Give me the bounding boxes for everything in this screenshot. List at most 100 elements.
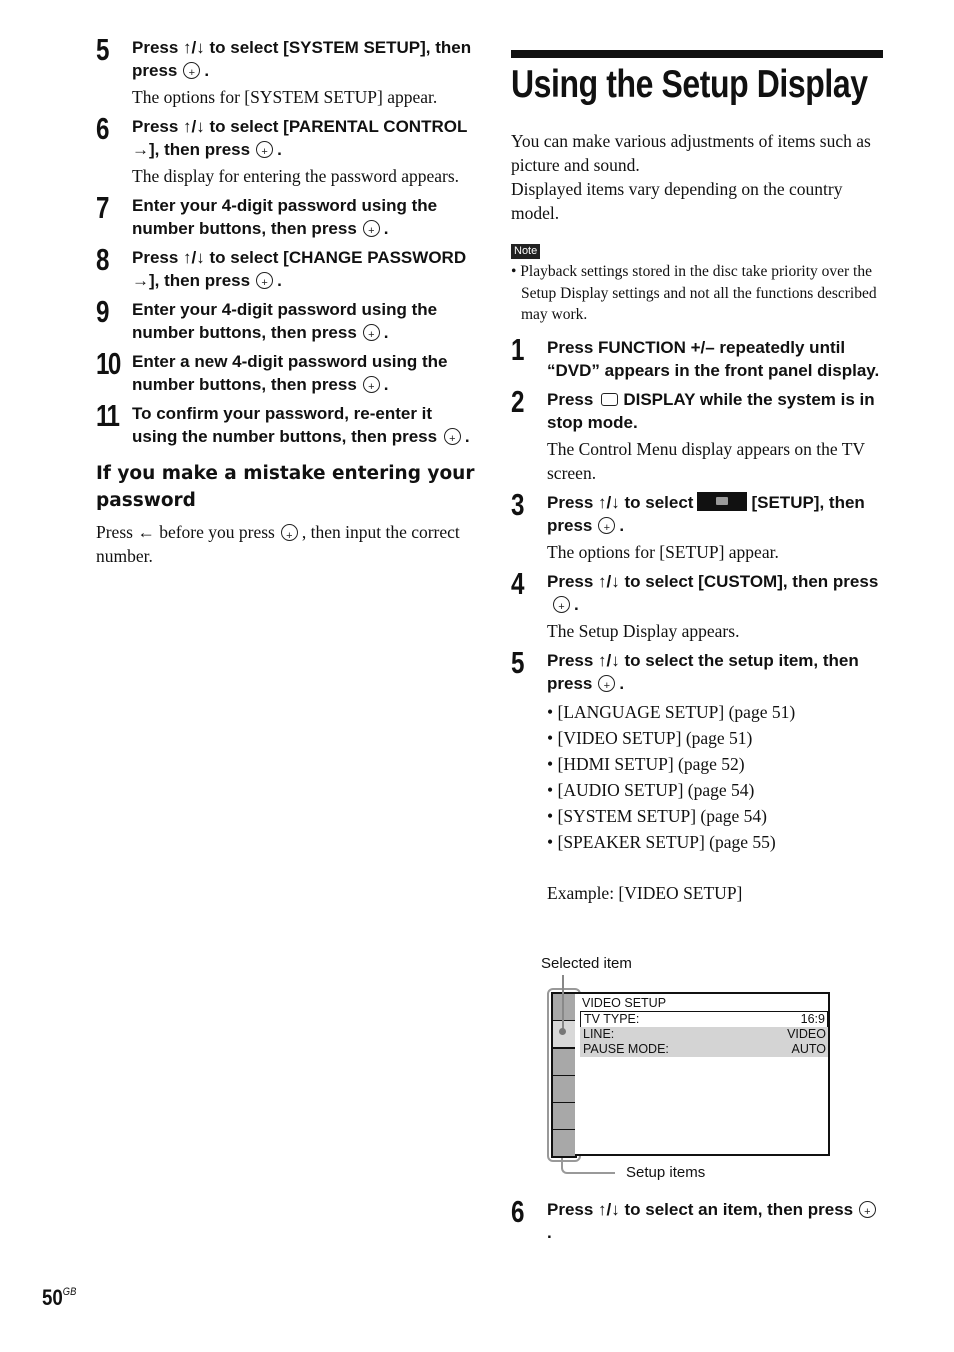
step-result: The options for [SYSTEM SETUP] appear. bbox=[132, 87, 438, 107]
setup-display-diagram: Selected item VIDEO SETUP TV TYPE: 16:9 L… bbox=[541, 955, 841, 1185]
setup-item-cell bbox=[553, 994, 575, 1021]
screen-title: VIDEO SETUP bbox=[579, 996, 828, 1011]
enter-button-icon bbox=[598, 516, 616, 540]
step-instruction: Press FUNCTION +/– repeatedly until “DVD… bbox=[547, 337, 880, 380]
intro-paragraph-2: Displayed items vary depending on the co… bbox=[511, 179, 843, 223]
step-number: 2 bbox=[511, 383, 524, 419]
step-instruction: Enter a new 4-digit password using the n… bbox=[132, 352, 448, 394]
right-column: Using the Setup Display You can make var… bbox=[511, 50, 883, 911]
step-instruction: Press ↑/↓ to select [CUSTOM], then press bbox=[547, 571, 879, 591]
list-item: • [LANGUAGE SETUP] (page 51) bbox=[547, 701, 796, 722]
display-button-icon bbox=[601, 392, 619, 406]
setup-item-cell bbox=[553, 1049, 575, 1076]
list-item: • [SYSTEM SETUP] (page 54) bbox=[547, 805, 767, 826]
step-5-setup-item: 5 Press ↑/↓ to select the setup item, th… bbox=[511, 645, 883, 905]
mistake-heading: If you make a mistake entering your pass… bbox=[96, 463, 475, 511]
step-10-new-password: 10 Enter a new 4-digit password using th… bbox=[96, 346, 476, 399]
row-value: 16:9 bbox=[800, 1012, 825, 1026]
row-label: LINE: bbox=[583, 1027, 615, 1041]
enter-button-icon bbox=[183, 62, 201, 85]
step-11-confirm-password: 11 To confirm your password, re-enter it… bbox=[96, 398, 476, 451]
list-item: • [SPEAKER SETUP] (page 55) bbox=[547, 831, 776, 852]
enter-button-icon bbox=[256, 141, 274, 164]
setup-items-label: Setup items bbox=[626, 1164, 706, 1181]
step-result: The options for [SETUP] appear. bbox=[547, 541, 779, 562]
example-caption: Example: [VIDEO SETUP] bbox=[547, 882, 743, 903]
step-number: 7 bbox=[96, 190, 109, 225]
setup-items-sidebar bbox=[551, 992, 577, 1158]
step-number: 4 bbox=[511, 565, 524, 601]
callout-line bbox=[562, 975, 564, 1031]
left-column: 5 Press ↑/↓ to select [SYSTEM SETUP], th… bbox=[96, 32, 476, 568]
enter-button-icon bbox=[598, 674, 616, 698]
enter-button-icon bbox=[280, 524, 298, 548]
step-instruction: To confirm your password, re-enter it us… bbox=[132, 404, 438, 446]
enter-button-icon bbox=[256, 272, 274, 295]
step-instruction: Enter your 4-digit password using the nu… bbox=[132, 196, 438, 238]
setup-item-cell bbox=[553, 1076, 575, 1103]
step-number: 6 bbox=[511, 1194, 524, 1229]
enter-button-icon bbox=[553, 595, 570, 619]
step-4-custom: 4 Press ↑/↓ to select [CUSTOM], then pre… bbox=[511, 566, 883, 643]
list-item: • [VIDEO SETUP] (page 51) bbox=[547, 727, 753, 748]
enter-button-icon bbox=[362, 220, 380, 243]
step-7-enter-password: 7 Enter your 4-digit password using the … bbox=[96, 190, 476, 243]
step-6-select-item: 6 Press ↑/↓ to select an item, then pres… bbox=[511, 1194, 883, 1250]
screen-row: LINE: VIDEO bbox=[580, 1027, 828, 1042]
step-6-parental-control: 6 Press ↑/↓ to select [PARENTAL CONTROL … bbox=[96, 111, 476, 188]
selected-item-label: Selected item bbox=[541, 955, 632, 972]
enter-button-icon bbox=[362, 324, 380, 347]
page-suffix: GB bbox=[62, 1286, 77, 1298]
step-2-display: 2 Press DISPLAY while the system is in st… bbox=[511, 384, 883, 485]
step-number: 6 bbox=[96, 111, 109, 146]
step-9-enter-password: 9 Enter your 4-digit password using the … bbox=[96, 294, 476, 347]
step-instruction: Press ↑/↓ to select bbox=[547, 492, 694, 512]
step-instruction-end: DISPLAY while the system is in stop mode… bbox=[547, 389, 875, 432]
step-number: 9 bbox=[96, 294, 109, 329]
step-number: 3 bbox=[511, 486, 524, 522]
setup-item-cell bbox=[553, 1103, 575, 1130]
step-instruction: Press ↑/↓ to select [CHANGE PASSWORD →],… bbox=[132, 248, 467, 290]
list-item: • [AUDIO SETUP] (page 54) bbox=[547, 779, 755, 800]
setup-items-list: • [LANGUAGE SETUP] (page 51) • [VIDEO SE… bbox=[547, 699, 883, 855]
step-instruction: Press ↑/↓ to select the setup item, then… bbox=[547, 650, 859, 693]
step-number: 5 bbox=[96, 32, 109, 67]
enter-button-icon bbox=[858, 1201, 876, 1224]
note-text: • Playback settings stored in the disc t… bbox=[511, 263, 877, 323]
row-value: VIDEO bbox=[787, 1027, 826, 1041]
step-number: 8 bbox=[96, 242, 109, 277]
step-result: The Control Menu display appears on the … bbox=[547, 438, 865, 483]
row-label: PAUSE MODE: bbox=[583, 1042, 669, 1056]
screen-row: PAUSE MODE: AUTO bbox=[580, 1042, 828, 1057]
list-item: • [HDMI SETUP] (page 52) bbox=[547, 753, 745, 774]
page-number-text: 50 bbox=[42, 1285, 63, 1310]
enter-button-icon bbox=[362, 376, 380, 399]
mistake-paragraph: Press ← before you press, then input the… bbox=[96, 520, 476, 568]
step-3-setup: 3 Press ↑/↓ to select [SETUP], then press… bbox=[511, 487, 883, 564]
callout-line bbox=[561, 1158, 615, 1174]
intro-paragraph: You can make various adjustments of item… bbox=[511, 131, 871, 175]
step-result: The Setup Display appears. bbox=[547, 620, 740, 641]
step-instruction: Press ↑/↓ to select an item, then press bbox=[547, 1200, 854, 1219]
step-8-change-password: 8 Press ↑/↓ to select [CHANGE PASSWORD →… bbox=[96, 242, 476, 295]
setup-item-cell-selected bbox=[553, 1021, 575, 1049]
screen-title-text: VIDEO SETUP bbox=[582, 996, 667, 1010]
step-5-system-setup: 5 Press ↑/↓ to select [SYSTEM SETUP], th… bbox=[96, 32, 476, 109]
screen-row-selected: TV TYPE: 16:9 bbox=[580, 1011, 828, 1028]
toolbox-setup-icon bbox=[697, 491, 748, 511]
page-title: Using the Setup Display bbox=[511, 63, 868, 106]
step-number: 5 bbox=[511, 644, 524, 680]
step-number: 10 bbox=[96, 346, 121, 381]
title-rule bbox=[511, 50, 883, 58]
setup-item-cell bbox=[553, 1130, 575, 1156]
step-instruction: Press bbox=[547, 389, 594, 409]
callout-dot bbox=[559, 1028, 566, 1035]
mistake-text: Press ← before you press bbox=[96, 522, 275, 542]
setup-screen: VIDEO SETUP TV TYPE: 16:9 LINE: VIDEO PAUS… bbox=[575, 992, 830, 1156]
step-number: 1 bbox=[511, 331, 524, 367]
step-1-function: 1 Press FUNCTION +/– repeatedly until “D… bbox=[511, 332, 883, 382]
note-badge: Note bbox=[511, 244, 541, 259]
page-number: 50GB bbox=[42, 1285, 76, 1311]
step-number: 11 bbox=[96, 398, 120, 433]
row-label: TV TYPE: bbox=[584, 1012, 640, 1026]
